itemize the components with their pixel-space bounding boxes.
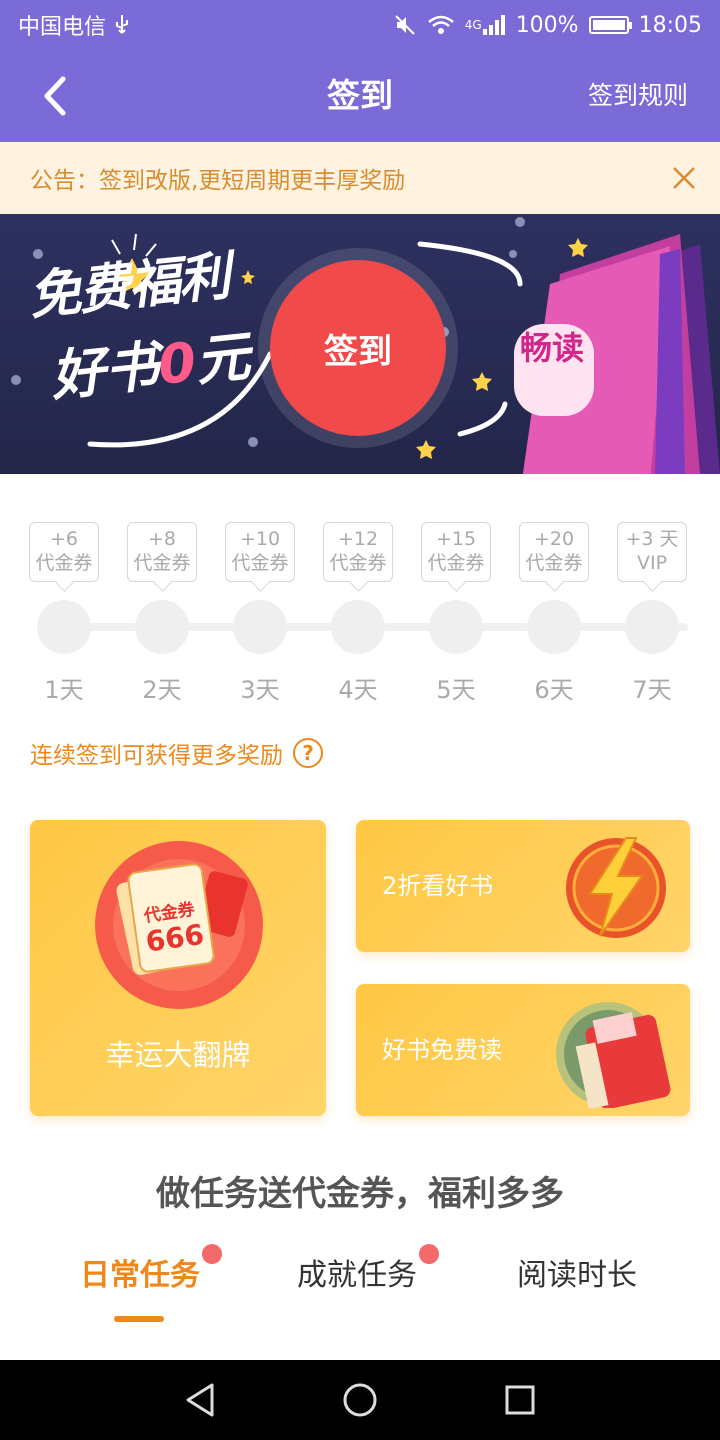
day-label: 5天 <box>436 676 476 704</box>
slogan-suffix: 元 <box>192 324 253 394</box>
book-text: 畅读 <box>520 329 584 367</box>
discount-label: 2折看好书 <box>382 872 494 900</box>
usb-icon <box>114 14 130 36</box>
day-label: 4天 <box>338 676 378 704</box>
tab-label: 阅读时长 <box>517 1258 637 1293</box>
day-dot <box>625 600 679 654</box>
lucky-flip-label: 幸运大翻牌 <box>105 1038 251 1072</box>
day-dot <box>527 600 581 654</box>
reward-type: 代金券 <box>133 552 191 574</box>
day-item: +15 代金券 5天 <box>416 522 496 705</box>
day-label: 3天 <box>240 676 280 704</box>
tab-label: 成就任务 <box>297 1258 417 1293</box>
tab-achievement-tasks[interactable]: 成就任务 <box>297 1244 439 1294</box>
network-type: 4G <box>464 18 482 32</box>
day-item: +12 代金券 4天 <box>318 522 398 705</box>
close-icon <box>673 167 695 189</box>
triangle-back-icon <box>186 1383 214 1417</box>
reward-amount: +15 <box>435 528 477 550</box>
slogan-zero: 0 <box>155 330 200 397</box>
reward-amount: +6 <box>49 528 78 550</box>
reward-type: 代金券 <box>525 552 583 574</box>
book-illustration: 畅读 <box>514 234 720 474</box>
signal-icon: 4G <box>465 14 506 36</box>
wifi-icon <box>427 14 455 36</box>
day-dot <box>233 600 287 654</box>
reward-bubble: +20 代金券 <box>519 522 589 582</box>
more-rewards-tip[interactable]: 连续签到可获得更多奖励 ? <box>30 736 323 770</box>
reward-amount: +3 天 <box>625 528 679 550</box>
reward-type: 代金券 <box>329 552 387 574</box>
mute-icon <box>393 14 417 36</box>
close-announcement-button[interactable] <box>670 164 698 192</box>
carrier-name: 中国电信 <box>18 15 107 40</box>
lightning-icon <box>566 837 666 938</box>
announcement-banner: 公告：签到改版,更短周期更丰厚奖励 <box>0 142 720 214</box>
tasks-title: 做任务送代金券，福利多多 <box>156 1174 564 1214</box>
free-read-card[interactable]: 好书免费读 <box>356 984 690 1116</box>
reward-amount: +20 <box>533 528 575 550</box>
promo-banner: 免费福利 好书0元 签到 畅读 <box>0 214 720 474</box>
battery-icon <box>588 16 632 34</box>
back-nav-button[interactable] <box>178 1378 222 1422</box>
reward-type: 代金券 <box>427 552 485 574</box>
slogan-prefix: 好书 <box>47 334 162 409</box>
reward-bubble: +12 代金券 <box>323 522 393 582</box>
tab-label: 日常任务 <box>80 1258 200 1293</box>
reward-amount: +12 <box>337 528 379 550</box>
recents-nav-button[interactable] <box>498 1378 542 1422</box>
tab-reading-time[interactable]: 阅读时长 <box>517 1250 637 1294</box>
reward-bubble: +8 代金券 <box>127 522 197 582</box>
circle-home-icon <box>343 1383 377 1417</box>
discount-card[interactable]: 2折看好书 <box>356 820 690 952</box>
reward-type: 代金券 <box>231 552 289 574</box>
checkin-rules-link[interactable]: 签到规则 <box>588 50 688 142</box>
day-dot <box>429 600 483 654</box>
nav-bar: 签到 签到规则 <box>0 50 720 142</box>
day-dot <box>135 600 189 654</box>
day-dot <box>37 600 91 654</box>
day-label: 2天 <box>142 676 182 704</box>
square-recents-icon <box>505 1385 535 1415</box>
lucky-flip-card[interactable]: 代金券 666 幸运大翻牌 <box>30 820 326 1116</box>
system-nav-bar <box>0 1360 720 1440</box>
clock: 18:05 <box>638 12 702 38</box>
checkin-days: +6 代金券 1天 +8 代金券 2天 +10 代金券 3天 +12 代金券 4天 +15 代金券 5天 +2… <box>0 474 720 794</box>
reward-amount: +8 <box>147 528 176 550</box>
reward-bubble: +6 代金券 <box>29 522 99 582</box>
reward-amount: +10 <box>239 528 281 550</box>
free-read-label: 好书免费读 <box>382 1036 502 1064</box>
battery-percent: 100% <box>515 12 579 38</box>
reward-bubble: +15 代金券 <box>421 522 491 582</box>
question-icon[interactable]: ? <box>293 738 323 768</box>
active-tab-indicator <box>114 1316 164 1322</box>
day-label: 7天 <box>632 676 672 704</box>
tab-daily-tasks[interactable]: 日常任务 <box>80 1244 222 1294</box>
day-item: +10 代金券 3天 <box>220 522 300 705</box>
reward-type: 代金券 <box>35 552 93 574</box>
status-bar: 中国电信 4G 100% 18:05 <box>0 0 720 50</box>
coupon-card-icon: 代金券 666 <box>95 841 263 1009</box>
day-item: +6 代金券 1天 <box>24 522 104 705</box>
announcement-text: 公告：签到改版,更短周期更丰厚奖励 <box>30 168 406 194</box>
reward-bubble: +3 天 VIP <box>617 522 687 582</box>
notification-dot <box>202 1244 222 1264</box>
notification-dot <box>419 1244 439 1264</box>
day-label: 6天 <box>534 676 574 704</box>
home-nav-button[interactable] <box>338 1378 382 1422</box>
day-dot <box>331 600 385 654</box>
day-item: +20 代金券 6天 <box>514 522 594 705</box>
reward-bubble: +10 代金券 <box>225 522 295 582</box>
reward-type: VIP <box>636 552 668 574</box>
day-label: 1天 <box>44 676 84 704</box>
day-item: +3 天 VIP 7天 <box>612 522 692 705</box>
book-icon <box>556 1002 671 1108</box>
day-item: +8 代金券 2天 <box>122 522 202 705</box>
checkin-button[interactable]: 签到 <box>270 260 446 436</box>
more-rewards-text: 连续签到可获得更多奖励 <box>30 743 283 769</box>
